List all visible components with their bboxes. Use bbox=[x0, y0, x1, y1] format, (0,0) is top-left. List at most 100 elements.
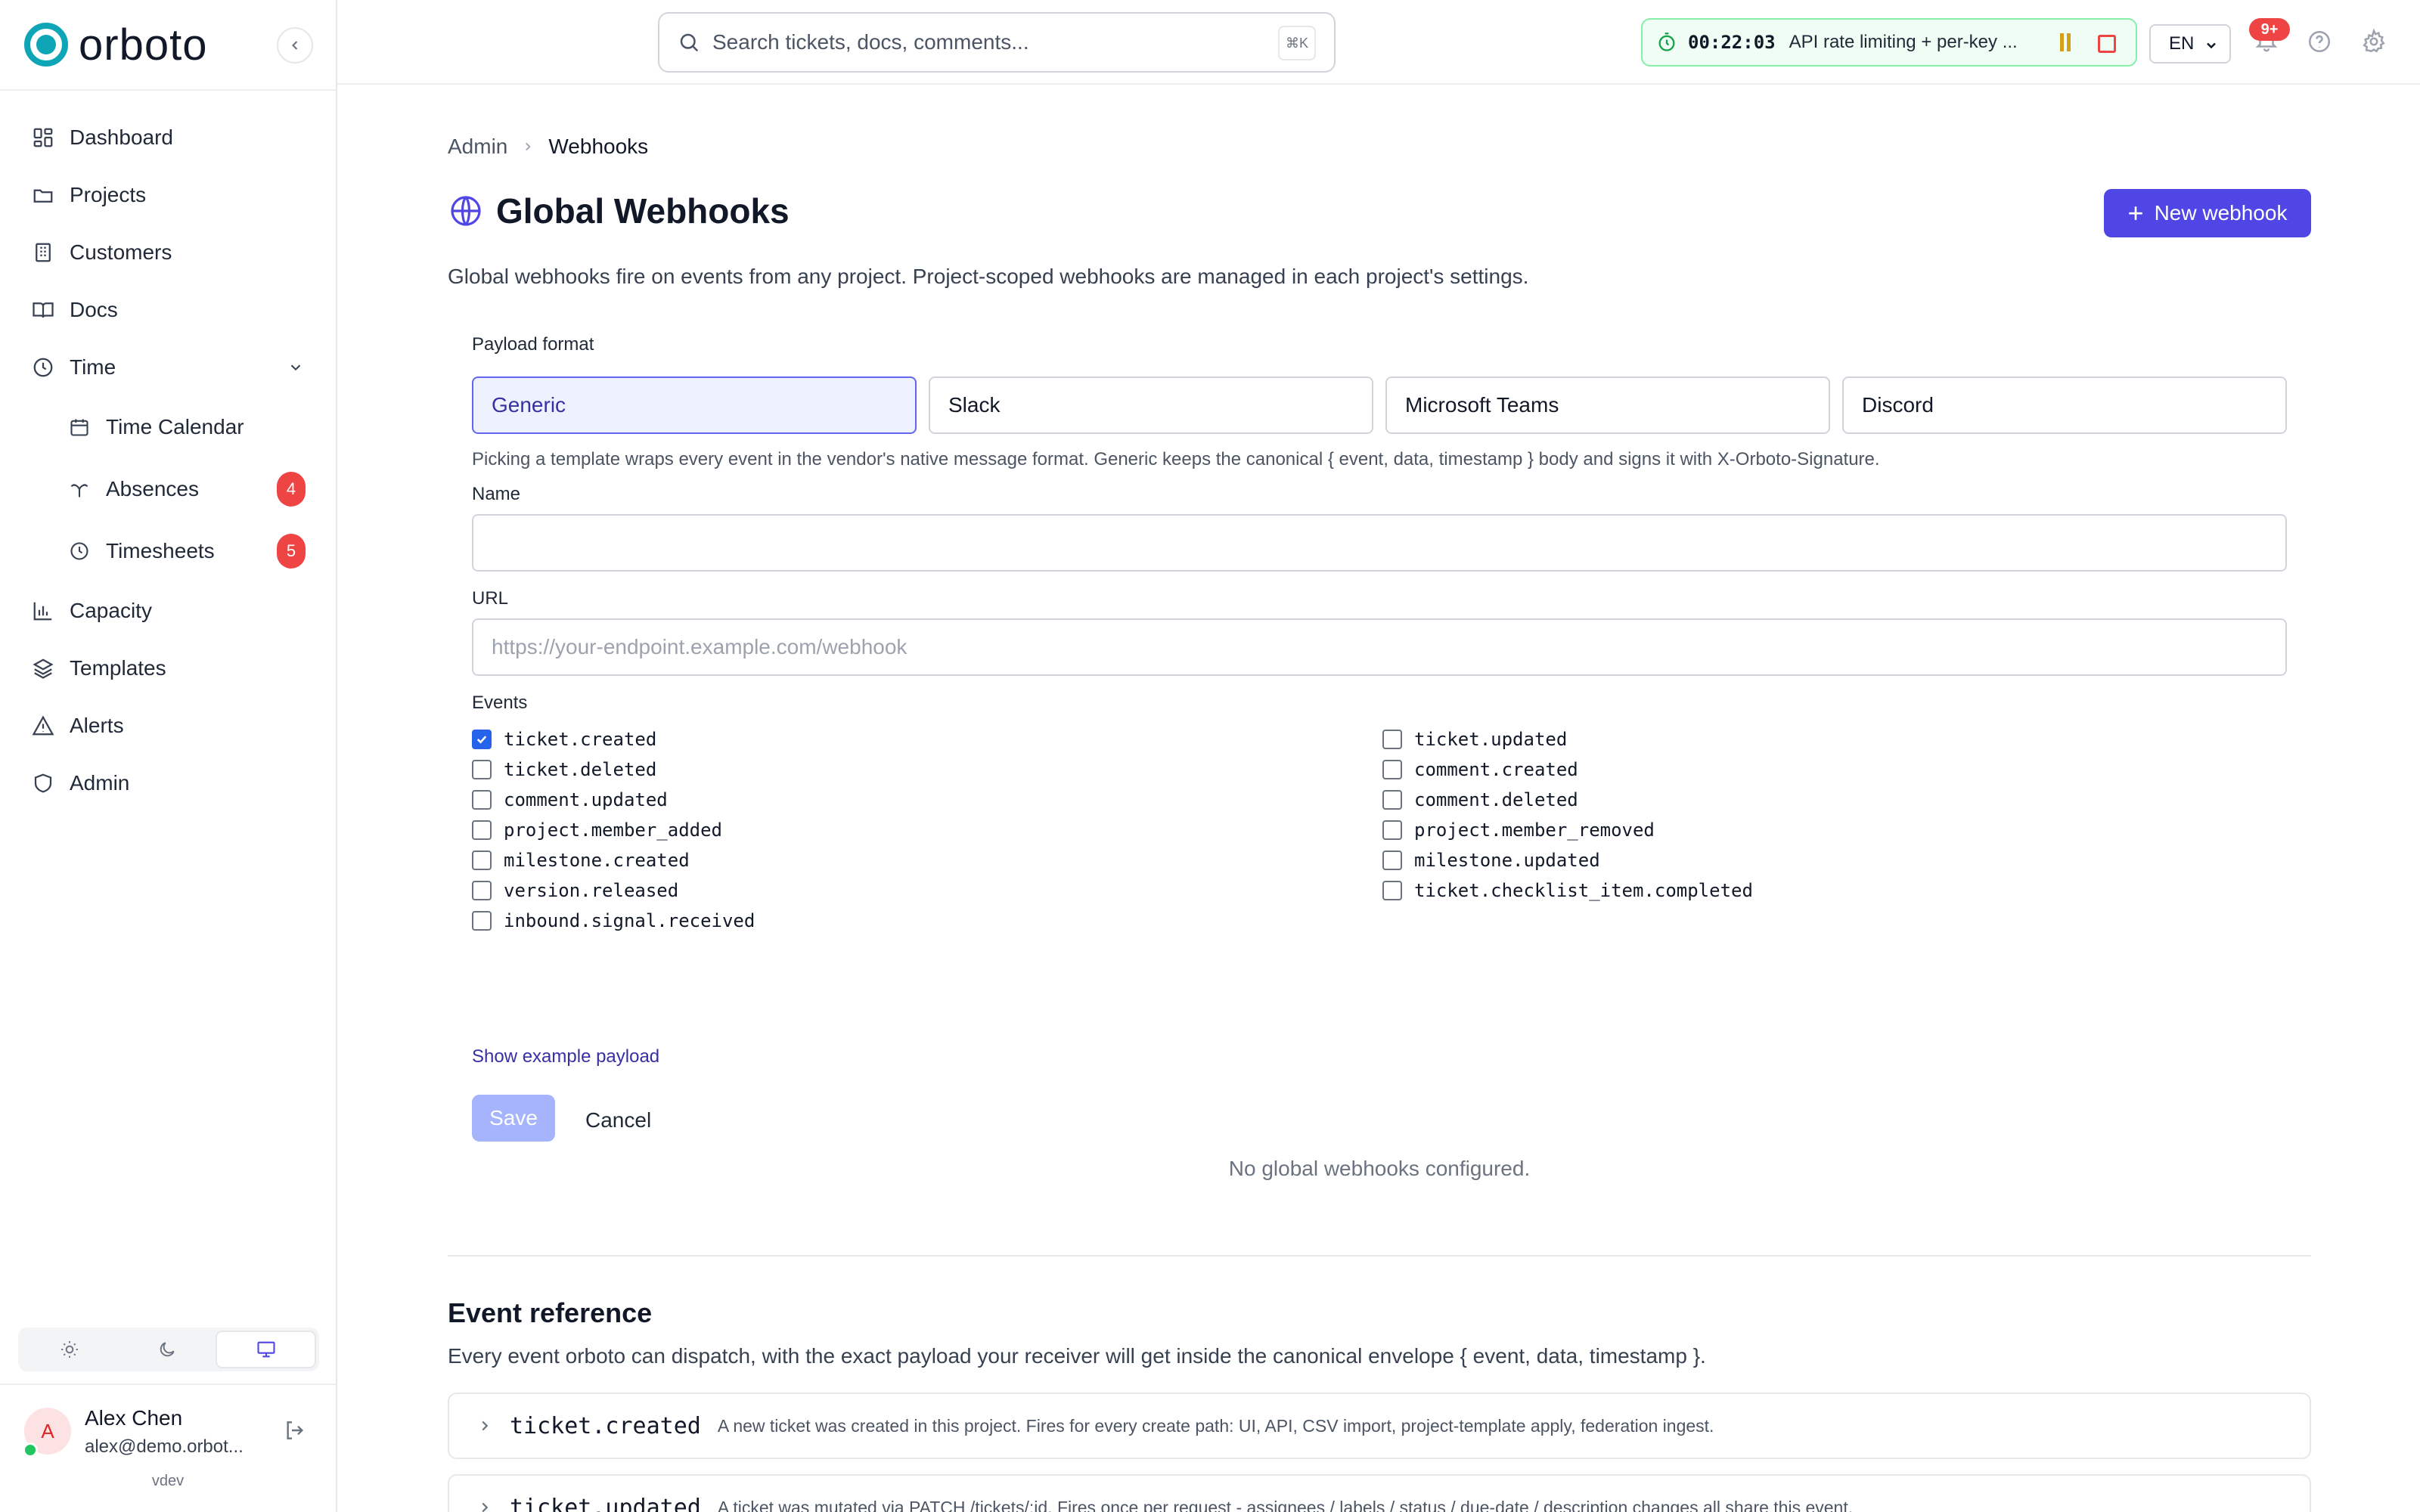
event-option[interactable]: ticket.updated bbox=[1382, 724, 1753, 754]
event-description: A ticket was mutated via PATCH /tickets/… bbox=[717, 1497, 1854, 1512]
event-option-label: milestone.updated bbox=[1414, 850, 1600, 871]
checkbox[interactable] bbox=[1382, 881, 1402, 900]
event-option-label: inbound.signal.received bbox=[504, 910, 755, 931]
book-icon bbox=[30, 297, 56, 323]
sidebar-item-label: Customers bbox=[70, 240, 172, 264]
name-field[interactable] bbox=[472, 514, 2287, 572]
settings-button[interactable] bbox=[2361, 28, 2387, 58]
sidebar-item-time-calendar[interactable]: Time Calendar bbox=[0, 396, 336, 458]
format-discord[interactable]: Discord bbox=[1842, 376, 2287, 434]
format-microsoft-teams[interactable]: Microsoft Teams bbox=[1385, 376, 1830, 434]
event-option[interactable]: project.member_added bbox=[472, 815, 755, 845]
sidebar-item-label: Time Calendar bbox=[106, 415, 244, 438]
search-input[interactable]: Search tickets, docs, comments... ⌘K bbox=[658, 12, 1336, 73]
event-reference-row[interactable]: ticket.created A new ticket was created … bbox=[448, 1393, 2311, 1459]
url-field[interactable]: https://your-endpoint.example.com/webhoo… bbox=[472, 618, 2287, 676]
page-heading: Global Webhooks bbox=[496, 191, 790, 231]
sidebar-item-timesheets[interactable]: Timesheets 5 bbox=[0, 520, 336, 582]
clock-icon bbox=[30, 355, 56, 380]
event-option[interactable]: ticket.checklist_item.completed bbox=[1382, 875, 1753, 906]
event-option[interactable]: milestone.updated bbox=[1382, 845, 1753, 875]
sidebar-item-admin[interactable]: Admin bbox=[0, 754, 336, 812]
event-option-label: ticket.checklist_item.completed bbox=[1414, 880, 1753, 901]
shield-icon bbox=[30, 770, 56, 796]
sidebar-item-customers[interactable]: Customers bbox=[0, 224, 336, 281]
bar-chart-icon bbox=[30, 598, 56, 624]
event-option-label: ticket.updated bbox=[1414, 729, 1568, 750]
orboto-logo-icon bbox=[24, 23, 68, 67]
sidebar-item-templates[interactable]: Templates bbox=[0, 640, 336, 697]
checkbox[interactable] bbox=[472, 790, 492, 810]
collapse-sidebar-button[interactable] bbox=[277, 27, 313, 64]
sidebar-item-absences[interactable]: Absences 4 bbox=[0, 458, 336, 520]
timesheets-count-badge: 5 bbox=[277, 534, 306, 569]
logout-button[interactable] bbox=[283, 1418, 307, 1446]
clock-icon bbox=[67, 538, 92, 564]
format-hint: Picking a template wraps every event in … bbox=[472, 449, 1880, 469]
sidebar: orboto Dashboard Projects Customers Docs… bbox=[0, 0, 337, 1512]
sidebar-item-docs[interactable]: Docs bbox=[0, 281, 336, 339]
checkbox[interactable] bbox=[1382, 820, 1402, 840]
event-option[interactable]: project.member_removed bbox=[1382, 815, 1753, 845]
globe-icon bbox=[451, 196, 481, 226]
checkbox[interactable] bbox=[1382, 850, 1402, 870]
calendar-icon bbox=[67, 414, 92, 440]
format-generic[interactable]: Generic bbox=[472, 376, 917, 434]
checkbox-checked[interactable] bbox=[472, 730, 492, 749]
event-option[interactable]: milestone.created bbox=[472, 845, 755, 875]
sidebar-item-capacity[interactable]: Capacity bbox=[0, 582, 336, 640]
moon-icon bbox=[160, 1342, 175, 1357]
sidebar-item-label: Absences bbox=[106, 477, 199, 500]
help-button[interactable] bbox=[2307, 29, 2332, 58]
language-select[interactable]: EN bbox=[2149, 24, 2231, 64]
breadcrumb-admin[interactable]: Admin bbox=[448, 135, 507, 159]
notifications-badge: 9+ bbox=[2249, 18, 2290, 41]
theme-light-button[interactable] bbox=[21, 1331, 119, 1368]
theme-switcher bbox=[18, 1328, 319, 1371]
checkbox[interactable] bbox=[472, 820, 492, 840]
checkbox[interactable] bbox=[1382, 730, 1402, 749]
event-option[interactable]: comment.created bbox=[1382, 754, 1753, 785]
theme-dark-button[interactable] bbox=[119, 1331, 216, 1368]
checkbox[interactable] bbox=[1382, 760, 1402, 779]
chevron-down-icon bbox=[290, 364, 301, 371]
cancel-button[interactable]: Cancel bbox=[585, 1108, 651, 1132]
payload-format-options: Generic Slack Microsoft Teams Discord bbox=[472, 376, 2287, 434]
theme-system-button[interactable] bbox=[216, 1331, 317, 1368]
event-option[interactable]: ticket.created bbox=[472, 724, 755, 754]
event-option[interactable]: inbound.signal.received bbox=[472, 906, 755, 936]
sidebar-item-alerts[interactable]: Alerts bbox=[0, 697, 336, 754]
events-label: Events bbox=[472, 692, 528, 713]
pause-timer-button[interactable] bbox=[2060, 33, 2071, 51]
event-option[interactable]: comment.updated bbox=[472, 785, 755, 815]
event-option-label: milestone.created bbox=[504, 850, 690, 871]
language-value: EN bbox=[2169, 33, 2195, 54]
sidebar-item-label: Timesheets bbox=[106, 539, 215, 562]
sidebar-item-time[interactable]: Time bbox=[0, 339, 336, 396]
format-slack[interactable]: Slack bbox=[929, 376, 1373, 434]
logo[interactable]: orboto bbox=[0, 0, 336, 91]
new-webhook-button[interactable]: + New webhook bbox=[2104, 189, 2311, 237]
event-option[interactable]: comment.deleted bbox=[1382, 785, 1753, 815]
checkbox[interactable] bbox=[1382, 790, 1402, 810]
checkbox[interactable] bbox=[472, 760, 492, 779]
checkbox[interactable] bbox=[472, 911, 492, 931]
stop-timer-button[interactable] bbox=[2098, 35, 2116, 53]
sidebar-item-projects[interactable]: Projects bbox=[0, 166, 336, 224]
environment-label: vdev bbox=[151, 1473, 185, 1489]
checkbox[interactable] bbox=[472, 850, 492, 870]
sidebar-item-dashboard[interactable]: Dashboard bbox=[0, 109, 336, 166]
event-reference-row[interactable]: ticket.updated A ticket was mutated via … bbox=[448, 1474, 2311, 1512]
event-option[interactable]: ticket.deleted bbox=[472, 754, 755, 785]
event-option-label: comment.deleted bbox=[1414, 789, 1578, 810]
gear-icon bbox=[2363, 28, 2385, 53]
checkbox[interactable] bbox=[472, 881, 492, 900]
events-column-right: ticket.updated comment.created comment.del… bbox=[1382, 724, 1753, 906]
save-button[interactable]: Save bbox=[472, 1095, 555, 1142]
event-option[interactable]: version.released bbox=[472, 875, 755, 906]
timer-elapsed: 00:22:03 bbox=[1688, 32, 1776, 53]
show-example-payload-link[interactable]: Show example payload bbox=[472, 1046, 659, 1067]
user-profile[interactable]: A Alex Chen alex@demo.orbot... vdev bbox=[0, 1383, 336, 1489]
search-placeholder: Search tickets, docs, comments... bbox=[712, 30, 1029, 54]
running-timer[interactable]: 00:22:03 API rate limiting + per-key ... bbox=[1641, 18, 2137, 67]
